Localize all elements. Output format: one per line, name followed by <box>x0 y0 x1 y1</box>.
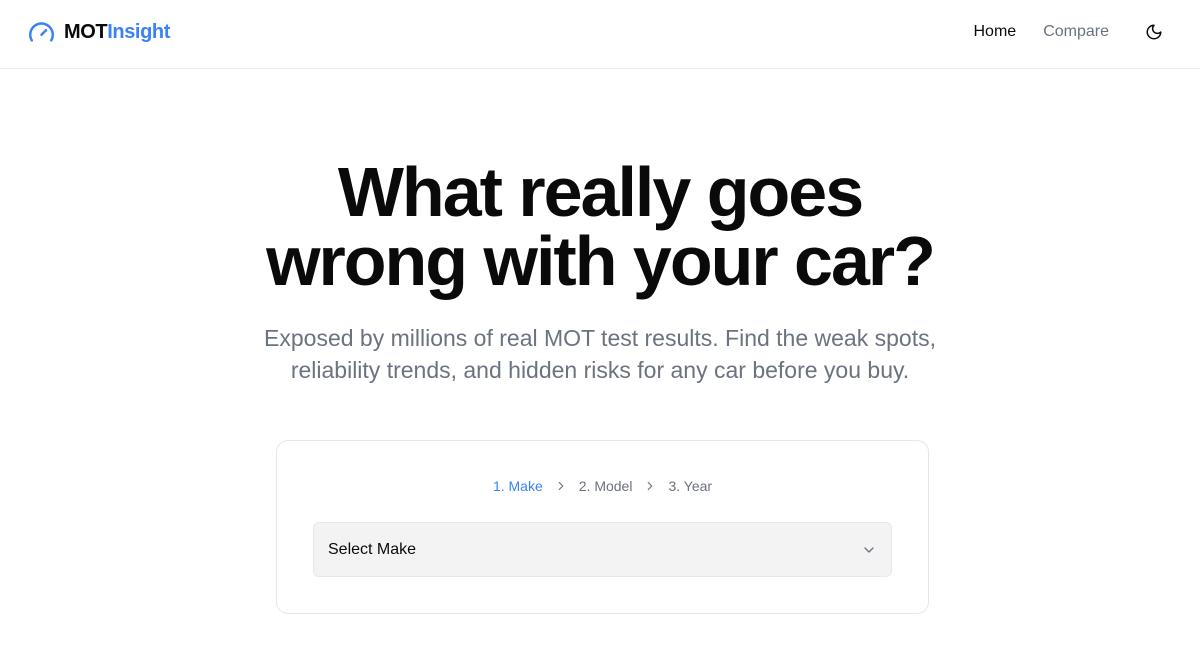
step-year: 3. Year <box>668 478 713 494</box>
hero-title-line-1: What really goes <box>337 153 864 231</box>
make-select[interactable]: Select Make <box>313 522 892 577</box>
step-make: 1. Make <box>492 478 543 494</box>
chevron-right-icon <box>648 481 653 491</box>
car-selector-card: 1. Make 2. Model 3. Year Select Make <box>276 440 929 614</box>
site-header: MOTInsight Home Compare <box>0 0 1200 69</box>
theme-toggle-button[interactable] <box>1136 17 1172 47</box>
nav-link-home[interactable]: Home <box>974 20 1017 44</box>
nav-link-compare[interactable]: Compare <box>1043 20 1109 44</box>
logo-text: MOTInsight <box>64 18 170 46</box>
chevron-down-icon <box>864 546 874 553</box>
gauge-icon <box>29 21 54 42</box>
main-nav: Home Compare <box>974 20 1173 44</box>
hero-subtitle: Exposed by millions of real MOT test res… <box>264 325 936 383</box>
logo-text-mot: MOT <box>64 21 108 43</box>
logo-text-insight: Insight <box>107 21 170 43</box>
make-select-value: Select Make <box>328 540 417 558</box>
selector-steps: 1. Make 2. Model 3. Year <box>277 476 928 496</box>
moon-icon <box>1146 24 1162 40</box>
logo-link[interactable]: MOTInsight <box>28 18 170 46</box>
step-model: 2. Model <box>578 478 633 494</box>
chevron-right-icon <box>558 481 564 491</box>
hero-title-line-2: wrong with your car? <box>266 222 936 300</box>
hero-title: What really goes wrong with your car? <box>0 153 1200 300</box>
